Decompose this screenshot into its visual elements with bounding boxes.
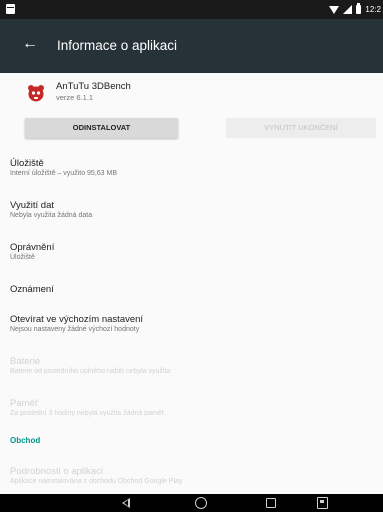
store-section-header: Obchod [10, 436, 41, 445]
arrow-back-icon[interactable]: ← [18, 32, 42, 56]
item-subtitle: Baterie od posledního úplného nabití neb… [10, 368, 171, 375]
item-subtitle: Aplikace nainstalována z obchodu Obchod … [10, 478, 183, 485]
back-icon[interactable] [122, 498, 130, 508]
memory-item: Paměť Za poslední 3 hodiny nebyla využit… [0, 390, 383, 424]
item-title: Úložiště [10, 158, 44, 169]
notifications-item[interactable]: Oznámení [0, 278, 383, 302]
item-title: Podrobnosti o aplikaci [10, 466, 103, 477]
item-subtitle: Nebyla využita žádná data [10, 212, 93, 219]
navigation-bar [0, 494, 383, 512]
status-bar: 12:2 [0, 0, 383, 19]
item-subtitle: Za poslední 3 hodiny nebyla využita žádn… [10, 410, 167, 417]
item-title: Otevírat ve výchozím nastavení [10, 314, 144, 325]
permissions-item[interactable]: Oprávnění Úložiště [0, 234, 383, 268]
item-subtitle: Nejsou nastaveny žádné výchozí hodnoty [10, 326, 140, 333]
status-icons: 12:2 [329, 0, 383, 19]
app-version: verze 6.1.1 [56, 93, 94, 102]
item-title: Baterie [10, 356, 41, 367]
battery-icon [356, 3, 362, 14]
recents-icon[interactable] [266, 498, 276, 508]
page-title: Informace o aplikaci [57, 38, 178, 53]
item-title: Oznámení [10, 284, 54, 295]
item-title: Paměť [10, 398, 39, 409]
screenshot-icon[interactable] [317, 497, 328, 509]
notification-icon [6, 4, 15, 14]
item-title: Využití dat [10, 200, 55, 211]
force-stop-button[interactable]: VYNUTIT UKONČENÍ [226, 118, 376, 138]
storage-item[interactable]: Úložiště Interní úložiště – využito 95,6… [0, 150, 383, 184]
status-time: 12:2 [365, 5, 381, 14]
open-by-default-item[interactable]: Otevírat ve výchozím nastavení Nejsou na… [0, 306, 383, 340]
battery-item: Baterie Baterie od posledního úplného na… [0, 348, 383, 382]
item-subtitle: Interní úložiště – využito 95,63 MB [10, 170, 117, 177]
uninstall-button[interactable]: ODINSTALOVAT [25, 118, 178, 138]
wifi-icon [329, 5, 340, 14]
item-title: Oprávnění [10, 242, 55, 253]
data-usage-item[interactable]: Využití dat Nebyla využita žádná data [0, 192, 383, 226]
app-details-item: Podrobnosti o aplikaci Aplikace nainstal… [0, 458, 383, 492]
home-icon[interactable] [195, 497, 207, 509]
app-name: AnTuTu 3DBench [56, 81, 131, 92]
item-subtitle: Úložiště [10, 254, 35, 261]
antutu-app-icon [28, 85, 44, 102]
app-bar: ← Informace o aplikaci [0, 19, 383, 73]
cell-signal-icon [343, 5, 353, 14]
